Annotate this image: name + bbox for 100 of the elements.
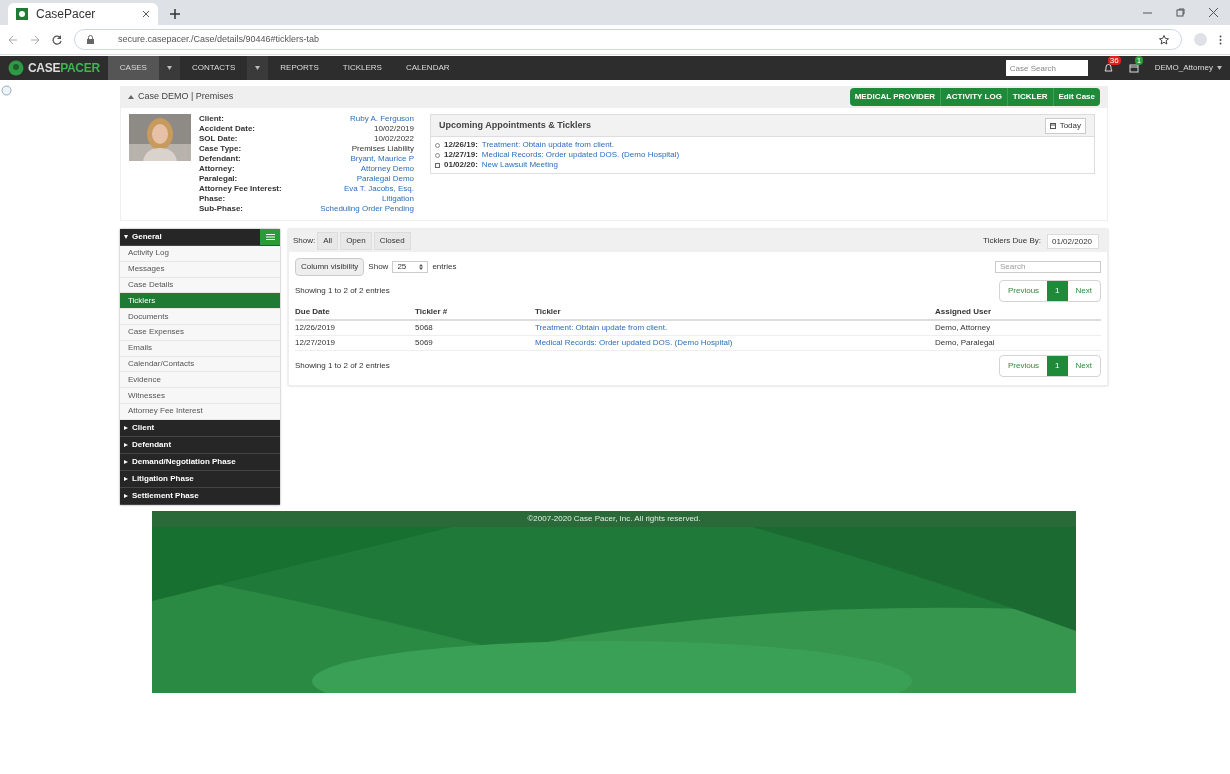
- section-title: Demand/Negotiation Phase: [132, 455, 237, 468]
- filter-button[interactable]: Closed: [373, 232, 411, 250]
- page-size-select[interactable]: 25: [392, 261, 429, 273]
- url-text: secure.casepacer./Case/details/90446#ticklers-tab: [118, 32, 321, 46]
- column-header[interactable]: Assigned User: [935, 305, 1101, 320]
- detail-link[interactable]: Eva T. Jacobs, Esq.: [343, 184, 414, 194]
- new-tab-icon[interactable]: [170, 9, 180, 19]
- appointments-title: Upcoming Appointments & Ticklers: [439, 118, 592, 132]
- sidebar-item[interactable]: Ticklers: [120, 293, 280, 310]
- nav-link[interactable]: CALENDAR: [393, 56, 462, 80]
- table-cell: Demo, Attorney: [935, 320, 1101, 336]
- appointment-link[interactable]: Medical Records: Order updated DOS. (Demo Hospital): [481, 150, 680, 160]
- previous-button[interactable]: Previous: [999, 356, 1048, 376]
- show-text: Show: [368, 261, 389, 273]
- show-label: Show:: [293, 235, 316, 247]
- spinner-arrows-icon: [419, 264, 424, 270]
- menu-icon[interactable]: [265, 234, 275, 240]
- tickler-link[interactable]: Treatment: Obtain update from client.: [535, 320, 935, 336]
- case-action-button[interactable]: ACTIVITY LOG: [940, 87, 1007, 106]
- detail-link[interactable]: Attorney Demo: [360, 164, 414, 174]
- caret-right-icon: [124, 459, 128, 464]
- logo-icon: [8, 60, 24, 76]
- detail-label: Client:: [199, 114, 224, 124]
- case-search-field[interactable]: Case Search: [1005, 60, 1088, 76]
- detail-label: Paralegal:: [199, 174, 238, 184]
- detail-value: 10/02/2022: [373, 134, 414, 144]
- table-cell: 5069: [415, 335, 535, 351]
- more-icon[interactable]: [1219, 34, 1222, 45]
- table-cell: 12/26/2019: [295, 320, 415, 336]
- search-field[interactable]: Search: [995, 261, 1101, 273]
- sidebar-section-header[interactable]: General: [120, 229, 280, 246]
- alert-count-badge: 36: [1107, 56, 1121, 65]
- nav-link[interactable]: REPORTS: [268, 56, 331, 80]
- page-button[interactable]: 1: [1047, 281, 1068, 301]
- detail-label: Phase:: [199, 194, 226, 204]
- dropdown-toggle[interactable]: [247, 56, 269, 80]
- entries-info: Showing 1 to 2 of 2 entries: [295, 285, 390, 297]
- column-visibility-button[interactable]: Column visibility: [295, 258, 365, 276]
- appointment-date: 12/26/19:: [444, 140, 478, 150]
- collapse-icon[interactable]: [128, 94, 134, 99]
- case-action-button[interactable]: TICKLER: [1006, 87, 1053, 106]
- page-button[interactable]: 1: [1047, 356, 1068, 376]
- section-title: Litigation Phase: [132, 472, 195, 485]
- today-button[interactable]: Today: [1044, 117, 1086, 134]
- star-icon[interactable]: [1159, 34, 1169, 45]
- close-window-icon[interactable]: [1209, 8, 1218, 17]
- tab-title: CasePacer: [36, 6, 97, 23]
- column-header[interactable]: Due Date: [295, 305, 415, 320]
- case-action-button[interactable]: MEDICAL PROVIDER: [849, 87, 940, 106]
- nav-link[interactable]: TICKLERS: [330, 56, 394, 80]
- detail-value: Premises Liability: [351, 144, 414, 154]
- next-button[interactable]: Next: [1067, 281, 1100, 301]
- entries-info: Showing 1 to 2 of 2 entries: [295, 360, 390, 372]
- sidebar-item[interactable]: Activity Log: [120, 246, 280, 262]
- nav-link[interactable]: CASES: [107, 56, 159, 80]
- due-by-field[interactable]: 01/02/2020: [1047, 233, 1099, 249]
- table-cell: 5068: [415, 320, 535, 336]
- site-icon: [16, 8, 28, 20]
- close-icon[interactable]: [142, 10, 150, 18]
- user-menu[interactable]: DEMO_Attorney: [1154, 62, 1222, 74]
- column-header[interactable]: Tickler: [535, 305, 935, 320]
- detail-link[interactable]: Ruby A. Ferguson: [349, 114, 414, 124]
- copyright-text: ©2007-2020 Case Pacer, Inc. All rights reserved.: [527, 512, 701, 525]
- appointment-date: 12/27/19:: [444, 150, 478, 160]
- caret-right-icon: [124, 442, 128, 447]
- filter-button[interactable]: All: [317, 232, 339, 250]
- case-action-button[interactable]: Edit Case: [1052, 87, 1100, 106]
- section-title: General: [132, 231, 163, 243]
- appointment-link[interactable]: Treatment: Obtain update from client.: [481, 140, 615, 150]
- filter-button[interactable]: Open: [340, 232, 372, 250]
- detail-label: Sub-Phase:: [199, 204, 243, 214]
- appointment-link[interactable]: New Lawsuit Meeting: [481, 160, 558, 170]
- previous-button[interactable]: Previous: [999, 281, 1048, 301]
- next-button[interactable]: Next: [1067, 356, 1100, 376]
- logo-text: CASEPACER: [28, 60, 100, 77]
- due-by-label: Ticklers Due By:: [983, 235, 1041, 247]
- calendar-icon[interactable]: [1128, 63, 1139, 73]
- browser-tab[interactable]: CasePacer: [8, 3, 158, 25]
- detail-label: Attorney:: [199, 164, 235, 174]
- detail-link[interactable]: Litigation: [381, 194, 414, 204]
- detail-label: SOL Date:: [199, 134, 238, 144]
- tickler-link[interactable]: Medical Records: Order updated DOS. (Demo Hospital): [535, 335, 935, 351]
- table-cell: Demo, Paralegal: [935, 335, 1101, 351]
- detail-label: Case Type:: [199, 144, 242, 154]
- dropdown-toggle[interactable]: [158, 56, 180, 80]
- sidebar-item[interactable]: Evidence: [120, 372, 280, 389]
- detail-link[interactable]: Bryant, Maurice P: [350, 154, 414, 164]
- sidebar-item[interactable]: Witnesses: [120, 388, 280, 404]
- sidebar-item[interactable]: Documents: [120, 309, 280, 325]
- nav-link[interactable]: CONTACTS: [179, 56, 248, 80]
- reload-icon[interactable]: [52, 34, 62, 45]
- case-title: Case DEMO | Premises: [138, 89, 234, 103]
- restore-icon[interactable]: [1176, 8, 1185, 17]
- calendar-icon: [435, 162, 440, 168]
- detail-link[interactable]: Scheduling Order Pending: [320, 204, 414, 214]
- caret-right-icon: [124, 493, 128, 498]
- detail-link[interactable]: Paralegal Demo: [356, 174, 414, 184]
- column-header[interactable]: Tickler #: [415, 305, 535, 320]
- section-title: Defendant: [132, 438, 173, 451]
- caret-icon: [255, 66, 261, 70]
